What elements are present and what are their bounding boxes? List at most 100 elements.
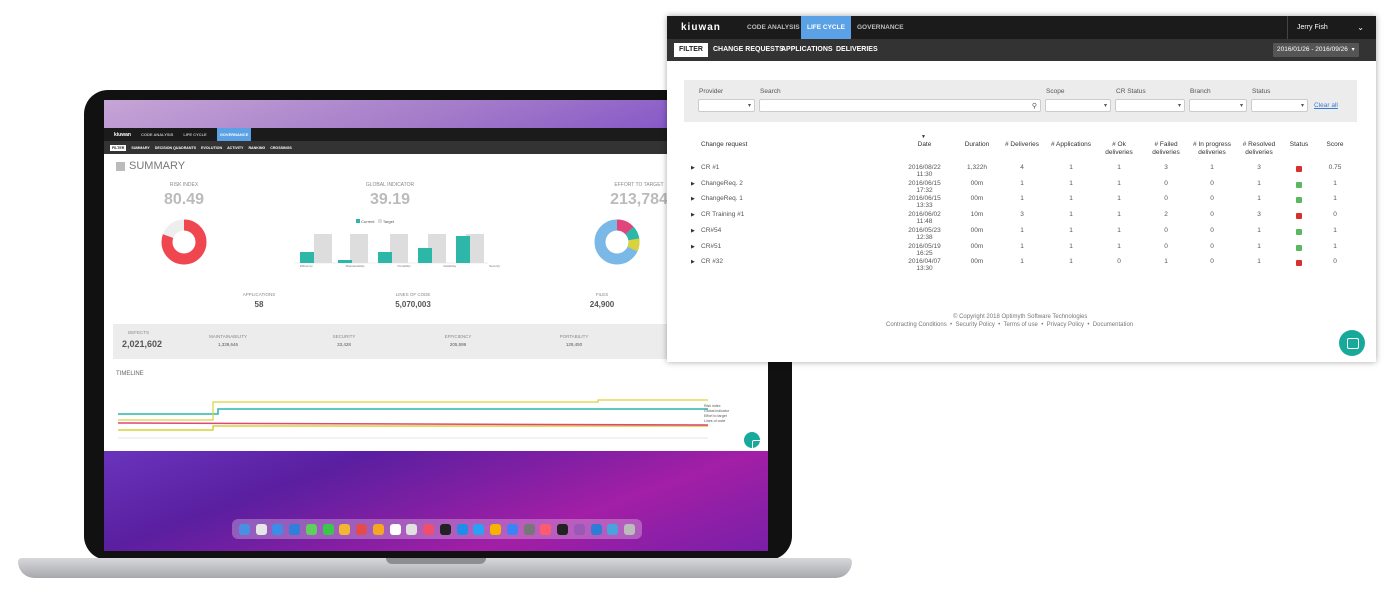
table-row[interactable]: ▶ ChangeReq. 1 2016/06/15 13:33 00m 1 1 1 0 0 1 1 [667,195,1376,209]
kpi-global-value: 39.19 [369,191,411,208]
tab-deliveries[interactable]: DELIVERIES [836,39,878,61]
row-score: 1 [1333,179,1337,187]
row-resolved: 1 [1257,226,1261,234]
tab-change-requests[interactable]: CHANGE REQUESTS [713,39,784,61]
laptop-subtab-evolution[interactable]: EVOLUTION [201,146,222,150]
status-select[interactable]: ▾ [1251,99,1308,112]
table-row[interactable]: ▶ CR Training #1 2016/06/02 11:48 10m 3 1 1 2 0 3… [667,211,1376,225]
footer-link-security[interactable]: Security Policy [955,322,994,328]
row-duration: 00m [970,195,984,203]
laptop-subtab-ranking[interactable]: RANKING [248,146,265,150]
row-ok: 1 [1117,226,1121,234]
tab-governance[interactable]: GOVERNANCE [851,16,910,39]
laptop-tab-governance[interactable]: GOVERNANCE [216,128,252,141]
sort-desc-icon: ▼ [921,134,926,140]
kiuwan-logo[interactable]: kiuwan [681,22,721,33]
laptop-chat-icon[interactable] [744,432,764,451]
date-range-value: 2016/01/26 - 2016/09/26 [1277,46,1348,53]
expand-row-icon[interactable]: ▶ [691,196,695,202]
table-row[interactable]: ▶ CR#51 2016/05/19 16:25 00m 1 1 1 0 0 1 1 [667,242,1376,257]
branch-select[interactable]: ▾ [1189,99,1247,112]
laptop-tab-code-analysis[interactable]: CODE ANALYSIS [141,132,173,137]
row-name[interactable]: ChangeReq. 2 [701,180,743,187]
col-duration[interactable]: Duration [957,141,997,149]
defects-label: DEFECTS [128,330,150,335]
row-score: 1 [1333,226,1337,234]
row-resolved: 1 [1257,258,1261,266]
expand-row-icon[interactable]: ▶ [691,212,695,218]
tab-code-analysis[interactable]: CODE ANALYSIS [741,16,806,39]
timeline-chart [118,399,708,439]
cr-status-select[interactable]: ▾ [1115,99,1185,112]
filter-button[interactable]: FILTER [674,43,708,57]
chat-icon[interactable] [1339,330,1365,356]
expand-row-icon[interactable]: ▶ [691,165,695,171]
tab-life-cycle[interactable]: LIFE CYCLE [801,16,851,39]
table-row[interactable]: ▶ CR #1 2016/08/22 11:30 1,322h 4 1 1 3 1 3 0.75 [667,164,1376,178]
row-name[interactable]: CR #32 [701,258,723,265]
cr-status-label: CR Status [1116,88,1146,95]
caret-down-icon: ▾ [1300,103,1304,109]
table-row[interactable]: ▶ CR#54 2016/05/23 12:38 00m 1 1 1 0 0 1 1 [667,226,1376,241]
expand-row-icon[interactable]: ▶ [691,244,695,250]
tab-applications[interactable]: APPLICATIONS [781,39,833,61]
table-row[interactable]: ▶ CR #32 2016/04/07 13:30 00m 1 1 0 1 0 1 0 [667,258,1376,273]
laptop-subtab-crossings[interactable]: CROSSINGS [270,146,292,150]
expand-row-icon[interactable]: ▶ [691,259,695,265]
footer-link-terms[interactable]: Terms of use [1004,322,1038,328]
row-date: 2016/05/19 16:25 [908,242,941,257]
footer-link-contracting[interactable]: Contracting Conditions [886,322,947,328]
footer-link-docs[interactable]: Documentation [1093,322,1133,328]
row-applications: 1 [1069,226,1073,234]
footer-links: Contracting Conditions • Security Policy… [886,322,1134,328]
caret-down-icon: ▾ [747,103,751,109]
provider-select[interactable]: ▾ [698,99,755,112]
kpi-risk-value: 80.49 [163,191,205,208]
summary-icon [116,162,125,171]
legend-target: Target [382,219,394,224]
search-input[interactable]: ⚲ [759,99,1041,112]
col-status[interactable]: Status [1284,141,1314,149]
count-files-value: 24,900 [589,300,615,309]
table-row[interactable]: ▶ ChangeReq. 2 2016/06/15 17:32 00m 1 1 1 0 0 1 1 [667,179,1376,194]
expand-row-icon[interactable]: ▶ [691,228,695,234]
row-failed: 0 [1164,242,1168,250]
col-score[interactable]: Score [1320,141,1350,149]
col-deliveries[interactable]: # Deliveries [1001,141,1043,149]
col-change-request[interactable]: Change request [701,141,747,149]
row-applications: 1 [1069,258,1073,266]
effort-donut [594,219,640,265]
col-failed-deliveries[interactable]: # Failed deliveries [1148,141,1184,157]
laptop-subtab-activity[interactable]: ACTIVITY [227,146,243,150]
clear-all-link[interactable]: Clear all [1314,102,1338,109]
laptop-subtab-quadrants[interactable]: DECISION QUADRANTS [155,146,196,150]
user-menu[interactable]: Jerry Fish ⌄ [1287,16,1376,39]
row-name[interactable]: CR#54 [701,227,721,234]
row-duration: 1,322h [967,164,987,171]
risk-donut [161,219,207,265]
search-icon[interactable]: ⚲ [1032,102,1037,110]
row-date: 2016/04/07 13:30 [908,258,941,273]
col-ok-deliveries[interactable]: # Ok deliveries [1102,141,1136,157]
row-name[interactable]: CR Training #1 [701,211,744,218]
laptop-subtab-filter[interactable]: FILTER [110,144,127,151]
row-name[interactable]: CR#51 [701,243,721,250]
col-in-progress-deliveries[interactable]: # In progress deliveries [1189,141,1235,157]
row-in-progress: 0 [1210,211,1214,219]
col-resolved-deliveries[interactable]: # Resolved deliveries [1239,141,1279,157]
footer-link-privacy[interactable]: Privacy Policy [1047,322,1084,328]
row-name[interactable]: ChangeReq. 1 [701,195,743,202]
laptop-subtab-summary[interactable]: SUMMARY [131,146,149,150]
count-loc-value: 5,070,003 [395,300,431,309]
laptop-tab-life-cycle[interactable]: LIFE CYCLE [183,132,206,137]
expand-row-icon[interactable]: ▶ [691,181,695,187]
col-date[interactable]: Date [907,141,942,149]
scope-select[interactable]: ▾ [1045,99,1111,112]
col-applications[interactable]: # Applications [1046,141,1096,149]
row-name[interactable]: CR #1 [701,164,719,171]
user-name: Jerry Fish [1297,24,1328,31]
date-range-picker[interactable]: 2016/01/26 - 2016/09/26 ▾ [1273,43,1359,57]
row-in-progress: 0 [1210,258,1214,266]
row-duration: 00m [970,258,984,266]
row-ok: 1 [1117,211,1121,219]
